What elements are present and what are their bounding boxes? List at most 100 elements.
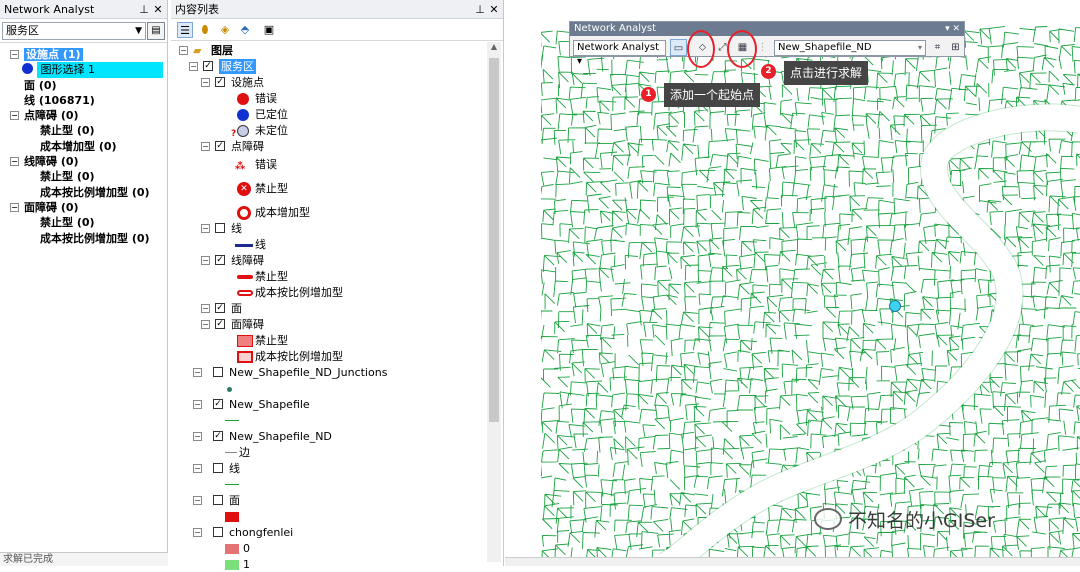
toc-sublayer-line-barriers[interactable]: − ✓ 线障碍	[179, 253, 439, 268]
tree-item-facilities[interactable]: − 设施点 (1)	[0, 47, 167, 62]
tree-item-polygon-barriers[interactable]: − 面障碍 (0)	[0, 200, 167, 215]
pin-icon[interactable]: ⊥	[139, 0, 149, 19]
analysis-layer-select[interactable]: 服务区 ▼	[2, 22, 146, 40]
collapse-icon[interactable]: −	[10, 50, 19, 59]
collapse-icon[interactable]: −	[201, 304, 210, 313]
visibility-checkbox[interactable]	[213, 463, 223, 473]
visibility-checkbox[interactable]: ✓	[213, 431, 223, 441]
pin-icon[interactable]: ⊥	[475, 0, 485, 19]
collapse-icon[interactable]: −	[201, 320, 210, 329]
collapse-icon[interactable]: −	[189, 62, 198, 71]
tree-item-label: 成本增加型 (0)	[40, 139, 117, 153]
collapse-icon[interactable]: −	[201, 78, 210, 87]
network-dataset-value: New_Shapefile_ND	[778, 42, 872, 53]
visibility-checkbox[interactable]	[213, 367, 223, 377]
tree-item-lb-scaled[interactable]: 成本按比例增加型 (0)	[0, 185, 167, 200]
close-icon[interactable]: ▾ ✕	[945, 22, 960, 36]
tree-item-label: 面障碍 (0)	[24, 200, 79, 214]
tree-item-graphic-selection[interactable]: 图形选择 1	[0, 62, 167, 78]
error-barrier-icon: ⁂	[235, 161, 246, 172]
na-toolbar-titlebar[interactable]: Network Analyst ▾ ✕	[570, 22, 964, 36]
river-bank	[658, 103, 1080, 566]
na-menu-dropdown[interactable]: Network Analyst ▾	[573, 40, 666, 67]
tree-item-lb-restriction[interactable]: 禁止型 (0)	[0, 169, 167, 184]
collapse-icon[interactable]: −	[193, 400, 202, 409]
scroll-up-icon[interactable]: ▲	[487, 42, 501, 56]
cost-ring-icon	[237, 206, 251, 220]
toc-sublayer-polygon-barriers[interactable]: − ✓ 面障碍	[179, 317, 439, 332]
collapse-icon[interactable]: −	[193, 496, 202, 505]
scroll-thumb[interactable]	[489, 58, 499, 422]
list-by-visibility-icon[interactable]: ◈	[217, 22, 233, 38]
build-network-icon[interactable]: ⌗	[929, 39, 946, 56]
toc-sublayer-polygons[interactable]: − ✓ 面	[179, 301, 439, 316]
tree-item-point-barriers[interactable]: − 点障碍 (0)	[0, 108, 167, 123]
na-window-toggle-icon[interactable]: ▭	[670, 39, 687, 56]
visibility-checkbox[interactable]: ✓	[213, 399, 223, 409]
network-dataset-select[interactable]: New_Shapefile_ND ▾	[774, 40, 926, 56]
layer-properties-button[interactable]: ▤	[147, 22, 165, 40]
visibility-checkbox[interactable]: ✓	[215, 303, 225, 313]
visibility-checkbox[interactable]: ✓	[215, 141, 225, 151]
tree-item-lines[interactable]: 线 (106871)	[0, 93, 167, 108]
tree-item-pb-restriction[interactable]: 禁止型 (0)	[0, 123, 167, 138]
tree-item-polygons[interactable]: 面 (0)	[0, 78, 167, 93]
collapse-icon[interactable]: −	[10, 111, 19, 121]
visibility-checkbox[interactable]	[215, 223, 225, 233]
legend-label: 边	[239, 446, 250, 459]
visibility-checkbox[interactable]: ✓	[215, 77, 225, 87]
toc-sublayer-point-barriers[interactable]: − ✓ 点障碍	[179, 139, 439, 154]
list-by-drawing-order-icon[interactable]: ☰	[177, 22, 193, 38]
toc-titlebar: 内容列表 ⊥ ✕	[171, 0, 503, 19]
list-by-source-icon[interactable]: ⬮	[197, 22, 213, 38]
toc-tree: − ▰ 图层 − ✓ 服务区 − ✓ 设施点 错误 已定位 ? 未定位 − ✓ …	[171, 41, 503, 571]
collapse-icon[interactable]: −	[201, 142, 210, 151]
toc-layer-chongfenlei[interactable]: − chongfenlei	[179, 525, 479, 540]
legend-label: 错误	[255, 158, 277, 171]
toc-sublayer-facilities[interactable]: − ✓ 设施点	[179, 75, 439, 90]
collapse-icon[interactable]: −	[10, 157, 19, 167]
close-icon[interactable]: ✕	[153, 0, 163, 19]
visibility-checkbox[interactable]	[213, 495, 223, 505]
toc-layer-network-dataset[interactable]: − ✓ New_Shapefile_ND	[179, 429, 479, 444]
collapse-icon[interactable]: −	[201, 256, 210, 265]
layer-label: New_Shapefile	[229, 398, 310, 411]
tree-item-polyb-scaled[interactable]: 成本按比例增加型 (0)	[0, 231, 167, 246]
visibility-checkbox[interactable]: ✓	[203, 61, 213, 71]
toc-scrollbar[interactable]: ▲	[487, 42, 501, 562]
status-bar: 求解已完成	[0, 552, 168, 566]
toc-layer-polygon[interactable]: − 面	[179, 493, 479, 508]
list-by-selection-icon[interactable]: ⬘	[237, 22, 253, 38]
tree-item-label: 成本按比例增加型 (0)	[40, 231, 150, 245]
layer-label: 设施点	[231, 76, 264, 89]
visibility-checkbox[interactable]	[213, 527, 223, 537]
collapse-icon[interactable]: −	[193, 368, 202, 377]
collapse-icon[interactable]: −	[201, 224, 210, 233]
collapse-icon[interactable]: −	[179, 46, 188, 55]
facility-dot-icon	[22, 63, 33, 75]
collapse-icon[interactable]: −	[193, 464, 202, 473]
red-circle-icon	[237, 93, 249, 105]
legend-label: 未定位	[255, 124, 288, 137]
tree-item-pb-cost[interactable]: 成本增加型 (0)	[0, 139, 167, 154]
collapse-icon[interactable]: −	[193, 432, 202, 441]
close-icon[interactable]: ✕	[489, 0, 499, 19]
visibility-checkbox[interactable]: ✓	[215, 319, 225, 329]
tree-item-label: 点障碍 (0)	[24, 109, 79, 123]
network-identify-icon[interactable]: ⊞	[947, 39, 964, 56]
legend-label: 错误	[255, 92, 277, 105]
toc-layer-new-shapefile[interactable]: − ✓ New_Shapefile	[179, 397, 479, 412]
toc-sublayer-lines[interactable]: − 线	[179, 221, 439, 236]
toc-layer-service-area[interactable]: − ✓ 服务区	[179, 59, 439, 75]
toc-layer-line[interactable]: − 线	[179, 461, 479, 476]
chevron-down-icon: ▾	[917, 43, 922, 52]
collapse-icon[interactable]: −	[10, 202, 19, 212]
tree-item-polyb-restriction[interactable]: 禁止型 (0)	[0, 215, 167, 230]
facility-point-marker[interactable]	[889, 300, 901, 312]
toc-layer-junctions[interactable]: − New_Shapefile_ND_Junctions	[179, 365, 479, 380]
tree-item-line-barriers[interactable]: − 线障碍 (0)	[0, 154, 167, 169]
layer-label: 线	[231, 222, 242, 235]
visibility-checkbox[interactable]: ✓	[215, 255, 225, 265]
options-icon[interactable]: ▣	[261, 22, 277, 38]
collapse-icon[interactable]: −	[193, 528, 202, 537]
